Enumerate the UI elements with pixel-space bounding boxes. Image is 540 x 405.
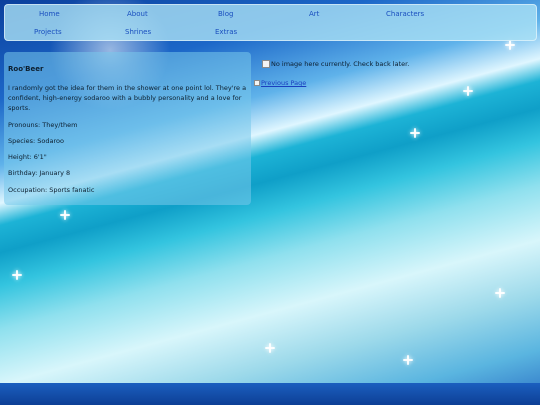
character-height: Height: 6'1"	[8, 153, 47, 161]
nav-link-projects[interactable]: Projects	[34, 28, 62, 36]
nav-link-characters[interactable]: Characters	[386, 10, 424, 18]
sparkle-decoration	[403, 355, 413, 365]
nav-link-shrines[interactable]: Shrines	[125, 28, 151, 36]
sparkle-decoration	[410, 128, 420, 138]
character-species: Species: Sodaroo	[8, 137, 64, 145]
character-description: I randomly got the idea for them in the …	[8, 84, 247, 112]
nav-link-art[interactable]: Art	[309, 10, 319, 18]
link-image-icon	[254, 80, 260, 86]
nav-link-about[interactable]: About	[127, 10, 148, 18]
main-navigation: Home About Blog Art Characters Projects …	[4, 4, 537, 41]
background-bottom-strip	[0, 383, 540, 405]
sparkle-decoration	[265, 343, 275, 353]
broken-image-icon	[262, 60, 270, 68]
previous-page-label[interactable]: Previous Page	[261, 79, 306, 87]
character-pronouns: Pronouns: They/them	[8, 121, 78, 129]
sparkle-decoration	[463, 86, 473, 96]
image-placeholder: No image here currently. Check back late…	[262, 60, 409, 68]
previous-page-link[interactable]: Previous Page	[254, 79, 306, 87]
nav-link-home[interactable]: Home	[39, 10, 60, 18]
nav-link-blog[interactable]: Blog	[218, 10, 233, 18]
character-name: Roo'Beer	[8, 65, 44, 73]
sparkle-decoration	[60, 210, 70, 220]
character-info-card: Roo'Beer I randomly got the idea for the…	[4, 52, 251, 205]
sparkle-decoration	[505, 40, 515, 50]
nav-link-extras[interactable]: Extras	[215, 28, 237, 36]
no-image-text: No image here currently. Check back late…	[271, 60, 410, 68]
sparkle-decoration	[495, 288, 505, 298]
character-birthday: Birthday: January 8	[8, 169, 71, 177]
character-occupation: Occupation: Sports fanatic	[8, 186, 95, 194]
sparkle-decoration	[12, 270, 22, 280]
